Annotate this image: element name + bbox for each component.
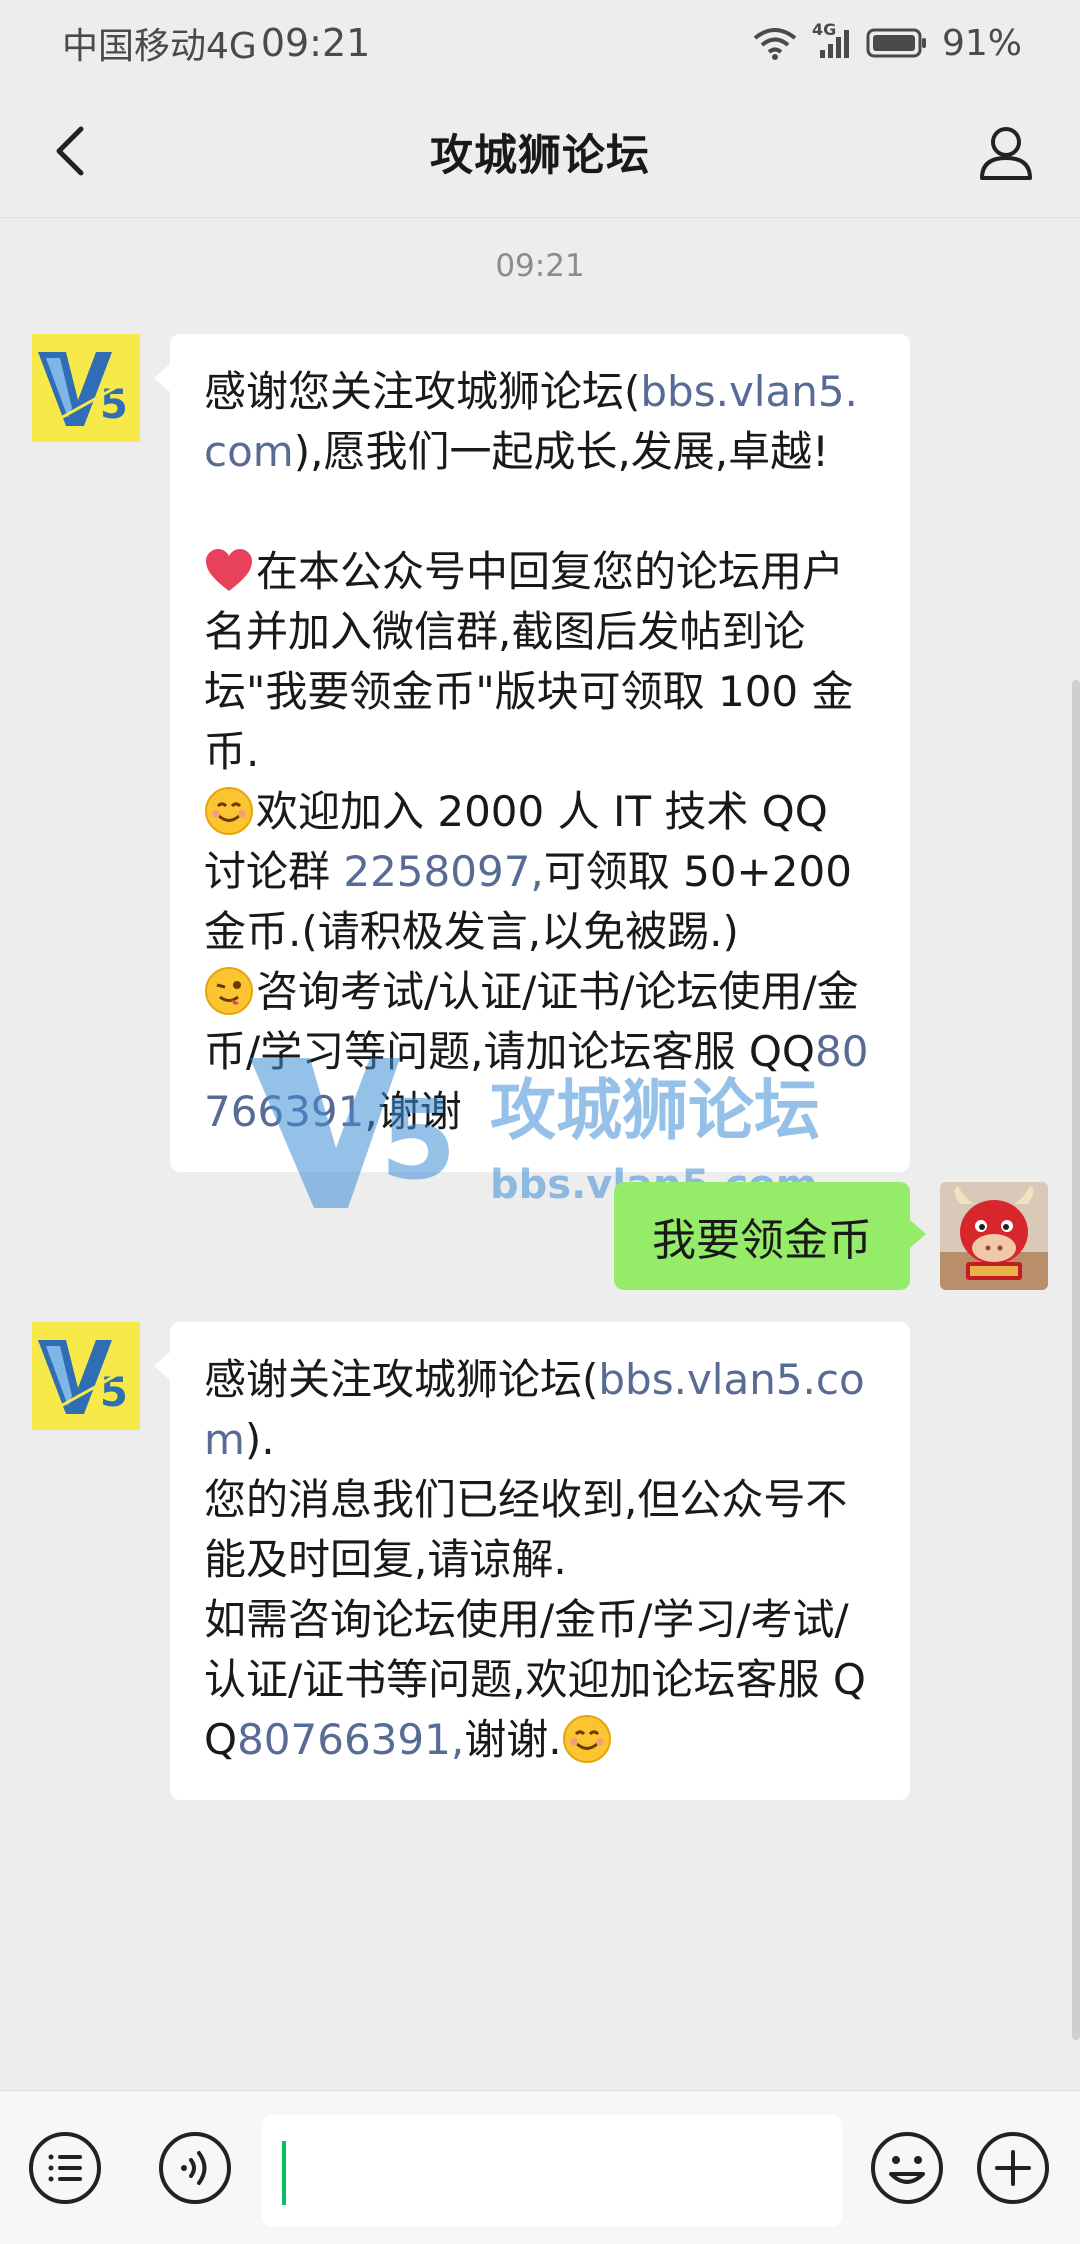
chat-screen: 中国移动4G 09:21 4G 91% 攻城狮论坛 09:21 5 感谢您关注攻… (0, 0, 1080, 2244)
smile-emoji-icon (205, 787, 253, 835)
message-paragraph: 在本公众号中回复您的论坛用户名并加入微信群,截图后发帖到论坛"我要领金币"版块可… (204, 542, 876, 782)
message-bubble-incoming[interactable]: 感谢您关注攻城狮论坛(bbs.vlan5.com),愿我们一起成长,发展,卓越!… (154, 334, 910, 1172)
message-text: 我要领金币 (652, 1215, 872, 1266)
heart-icon (206, 549, 252, 591)
voice-button[interactable] (156, 2129, 234, 2207)
cellular-signal-icon: 4G (812, 20, 852, 60)
back-button[interactable] (36, 116, 106, 186)
message-paragraph: 咨询考试/认证/证书/论坛使用/金币/学习等问题,请加论坛客服 QQ807663… (204, 962, 876, 1142)
voice-icon (159, 2132, 231, 2204)
official-account-avatar[interactable]: 5 (32, 334, 140, 442)
link-qq-group[interactable]: 2258097, (343, 847, 543, 896)
page-title: 攻城狮论坛 (430, 130, 650, 181)
network-badge: 4G (811, 20, 837, 39)
link-qq-number[interactable]: 80766391, (237, 1715, 464, 1764)
message-paragraph: 您的消息我们已经收到,但公众号不能及时回复,请谅解. (204, 1475, 848, 1584)
v5-logo-icon: 5 (32, 334, 140, 442)
message-paragraph: 如需咨询论坛使用/金币/学习/考试/认证/证书等问题,欢迎加论坛客服 QQ807… (204, 1590, 876, 1770)
chevron-left-icon (56, 126, 84, 176)
status-right: 4G 91% (752, 20, 1022, 64)
v5-logo-icon: 5 (32, 1322, 140, 1430)
status-bar: 中国移动4G 09:21 4G 91% (0, 0, 1080, 86)
plus-icon (977, 2132, 1049, 2204)
bull-avatar-icon (940, 1182, 1048, 1290)
status-time: 09:21 (260, 21, 371, 65)
message-paragraph: 感谢您关注攻城狮论坛(bbs.vlan5.com),愿我们一起成长,发展,卓越! (204, 362, 876, 482)
scrollbar[interactable] (1072, 680, 1080, 2040)
menu-list-icon (29, 2132, 101, 2204)
more-button[interactable] (974, 2129, 1052, 2207)
message-paragraph: 欢迎加入 2000 人 IT 技术 QQ 讨论群 2258097,可领取 50+… (204, 782, 876, 962)
text-caret (282, 2141, 286, 2205)
emoji-icon (871, 2132, 943, 2204)
profile-button[interactable] (968, 114, 1044, 190)
menu-button[interactable] (26, 2129, 104, 2207)
message-paragraph: 感谢关注攻城狮论坛(bbs.vlan5.com). (204, 1350, 876, 1470)
message-text: 谢谢. (464, 1715, 562, 1764)
title-bar: 攻城狮论坛 (0, 86, 1080, 218)
message-input[interactable] (262, 2115, 842, 2227)
carrier-label: 中国移动4G (62, 26, 257, 67)
message-bubble-incoming[interactable]: 感谢关注攻城狮论坛(bbs.vlan5.com). 您的消息我们已经收到,但公众… (154, 1322, 910, 1800)
emoji-button[interactable] (868, 2129, 946, 2207)
message-bubble-outgoing[interactable]: 我要领金币 (614, 1182, 926, 1290)
official-account-avatar[interactable]: 5 (32, 1322, 140, 1430)
wifi-icon (752, 26, 798, 60)
message-text: ,谢谢 (364, 1087, 462, 1136)
user-avatar[interactable] (940, 1182, 1048, 1290)
message-text: 感谢关注攻城狮论坛( (204, 1355, 599, 1404)
status-left: 中国移动4G 09:21 (62, 17, 370, 69)
message-text: 感谢您关注攻城狮论坛( (204, 367, 641, 416)
smile-emoji-icon (562, 1715, 611, 1763)
chat-timestamp: 09:21 (495, 248, 585, 284)
message-text: 在本公众号中回复您的论坛用户名并加入微信群,截图后发帖到论坛"我要领金币"版块可… (204, 547, 854, 776)
battery-icon (866, 27, 928, 59)
message-text: ). (244, 1415, 275, 1464)
wink-emoji-icon (205, 967, 253, 1015)
person-icon (980, 127, 1032, 180)
input-bar (0, 2090, 1080, 2244)
message-text: ),愿我们一起成长,发展,卓越! (293, 427, 829, 476)
battery-percent: 91% (941, 22, 1022, 64)
message-text: 咨询考试/认证/证书/论坛使用/金币/学习等问题,请加论坛客服 QQ (204, 967, 859, 1076)
